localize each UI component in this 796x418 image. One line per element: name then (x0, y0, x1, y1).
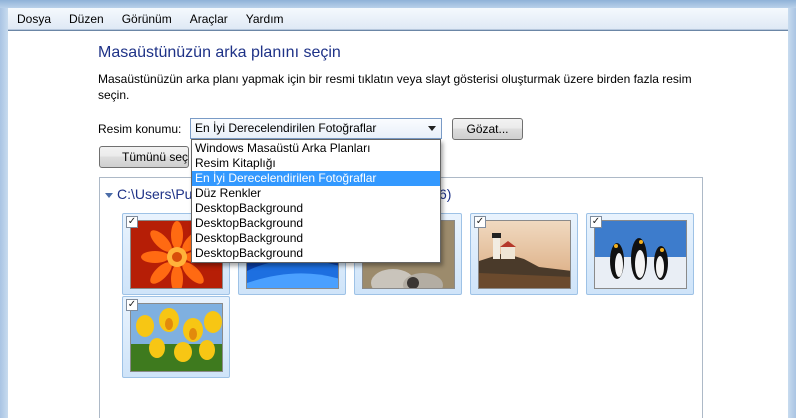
picture-location-value: En İyi Derecelendirilen Fotoğraflar (195, 121, 377, 135)
tile-checkbox[interactable]: ✓ (126, 299, 138, 311)
folder-path: C:\Users\Pu (117, 186, 193, 202)
tile-checkbox[interactable]: ✓ (590, 216, 602, 228)
menu-dosya[interactable]: Dosya (8, 8, 60, 30)
expand-triangle-icon (105, 192, 113, 198)
page-description: Masaüstünüzün arka planı yapmak için bir… (98, 72, 692, 102)
location-option-desktopbackground[interactable]: DesktopBackground (192, 201, 440, 216)
browse-button[interactable]: Gözat... (452, 118, 523, 140)
menu-bar: Dosya Düzen Görünüm Araçlar Yardım (8, 8, 788, 30)
main-content: Masaüstünüzün arka planını seçin Masaüst… (8, 31, 788, 418)
folder-group-header[interactable]: C:\Users\Pu (105, 186, 192, 202)
menu-yardim[interactable]: Yardım (237, 8, 293, 30)
tile-checkbox[interactable]: ✓ (126, 216, 138, 228)
picture-location-select[interactable]: En İyi Derecelendirilen Fotoğraflar (190, 118, 442, 139)
location-option-solid-colors[interactable]: Düz Renkler (192, 186, 440, 201)
wallpaper-tile[interactable]: ✓ (586, 213, 694, 295)
menu-araclar[interactable]: Araçlar (181, 8, 237, 30)
location-option-windows-backgrounds[interactable]: Windows Masaüstü Arka Planları (192, 141, 440, 156)
tile-checkbox[interactable]: ✓ (474, 216, 486, 228)
location-option-desktopbackground[interactable]: DesktopBackground (192, 246, 440, 261)
tulips-thumbnail (130, 303, 223, 372)
penguins-thumbnail (594, 220, 687, 289)
wallpaper-tile[interactable]: ✓ (122, 296, 230, 378)
lighthouse-thumbnail (478, 220, 571, 289)
select-all-button[interactable]: Tümünü seç (99, 146, 189, 168)
wallpaper-tile[interactable]: ✓ (470, 213, 578, 295)
location-option-picture-library[interactable]: Resim Kitaplığı (192, 156, 440, 171)
picture-location-label: Resim konumu: (98, 122, 182, 136)
menu-gorunum[interactable]: Görünüm (113, 8, 181, 30)
chevron-down-icon (428, 126, 436, 131)
window-frame-right (788, 8, 796, 418)
page-title: Masaüstünüzün arka planını seçin (98, 44, 341, 61)
location-option-desktopbackground[interactable]: DesktopBackground (192, 231, 440, 246)
location-option-top-rated-photos[interactable]: En İyi Derecelendirilen Fotoğraflar (192, 171, 440, 186)
menu-duzen[interactable]: Düzen (60, 8, 113, 30)
window-frame-left (0, 8, 8, 418)
picture-location-dropdown-list: Windows Masaüstü Arka Planları Resim Kit… (191, 139, 441, 263)
location-option-desktopbackground[interactable]: DesktopBackground (192, 216, 440, 231)
